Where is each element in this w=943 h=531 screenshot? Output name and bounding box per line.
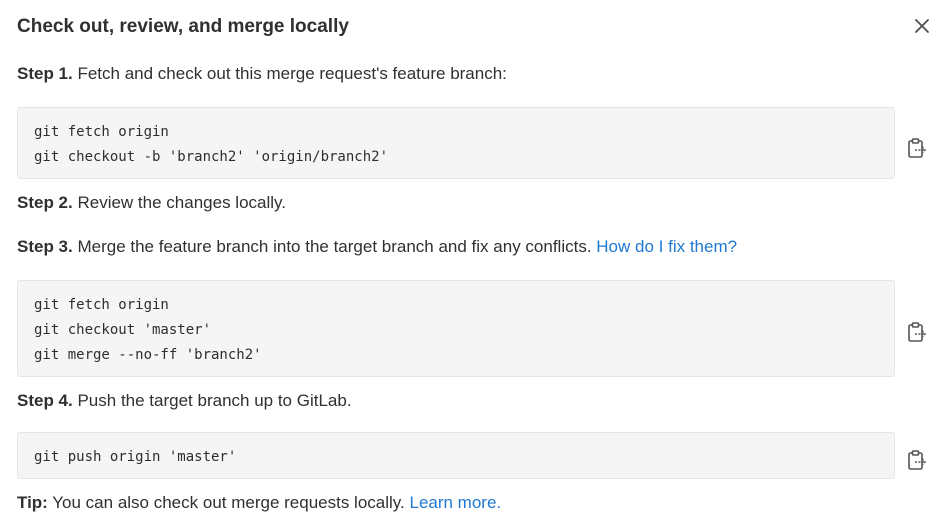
code-line: git fetch origin (34, 124, 169, 140)
step-4-copy-button[interactable] (905, 449, 929, 473)
step-4-code-block[interactable]: git push origin 'master' (17, 432, 895, 479)
step-3-description: Merge the feature branch into the target… (72, 237, 597, 256)
step-1-code-block[interactable]: git fetch origin git checkout -b 'branch… (17, 107, 895, 179)
tip-description: You can also check out merge requests lo… (47, 493, 410, 512)
step-2-label: Step 2. (17, 193, 73, 212)
tip-label: Tip: (17, 493, 48, 512)
step-1-text: Step 1. Fetch and check out this merge r… (17, 64, 507, 84)
clipboard-copy-icon (908, 322, 927, 342)
code-line: git checkout -b 'branch2' 'origin/branch… (34, 149, 389, 165)
step-4-description: Push the target branch up to GitLab. (72, 391, 352, 410)
clipboard-copy-icon (908, 450, 927, 470)
code-line: git merge --no-ff 'branch2' (34, 347, 262, 363)
modal-title: Check out, review, and merge locally (17, 16, 349, 37)
close-icon (915, 19, 929, 33)
step-3-label: Step 3. (17, 237, 73, 256)
step-3-text: Step 3. Merge the feature branch into th… (17, 237, 737, 257)
step-1-description: Fetch and check out this merge request's… (72, 64, 507, 83)
step-3-copy-button[interactable] (905, 321, 929, 345)
step-1-copy-button[interactable] (905, 137, 929, 161)
step-3-code-block[interactable]: git fetch origin git checkout 'master' g… (17, 280, 895, 377)
step-2-text: Step 2. Review the changes locally. (17, 193, 286, 213)
code-line: git checkout 'master' (34, 322, 212, 338)
step-1-label: Step 1. (17, 64, 73, 83)
step-4-text: Step 4. Push the target branch up to Git… (17, 391, 352, 411)
fix-conflicts-link[interactable]: How do I fix them? (596, 237, 737, 256)
step-4-label: Step 4. (17, 391, 73, 410)
close-button[interactable] (911, 15, 933, 37)
clipboard-copy-icon (908, 138, 927, 158)
code-line: git fetch origin (34, 297, 169, 313)
learn-more-link[interactable]: Learn more. (409, 493, 501, 512)
tip-text: Tip: You can also check out merge reques… (17, 493, 501, 513)
step-2-description: Review the changes locally. (72, 193, 286, 212)
code-line: git push origin 'master' (34, 449, 237, 465)
